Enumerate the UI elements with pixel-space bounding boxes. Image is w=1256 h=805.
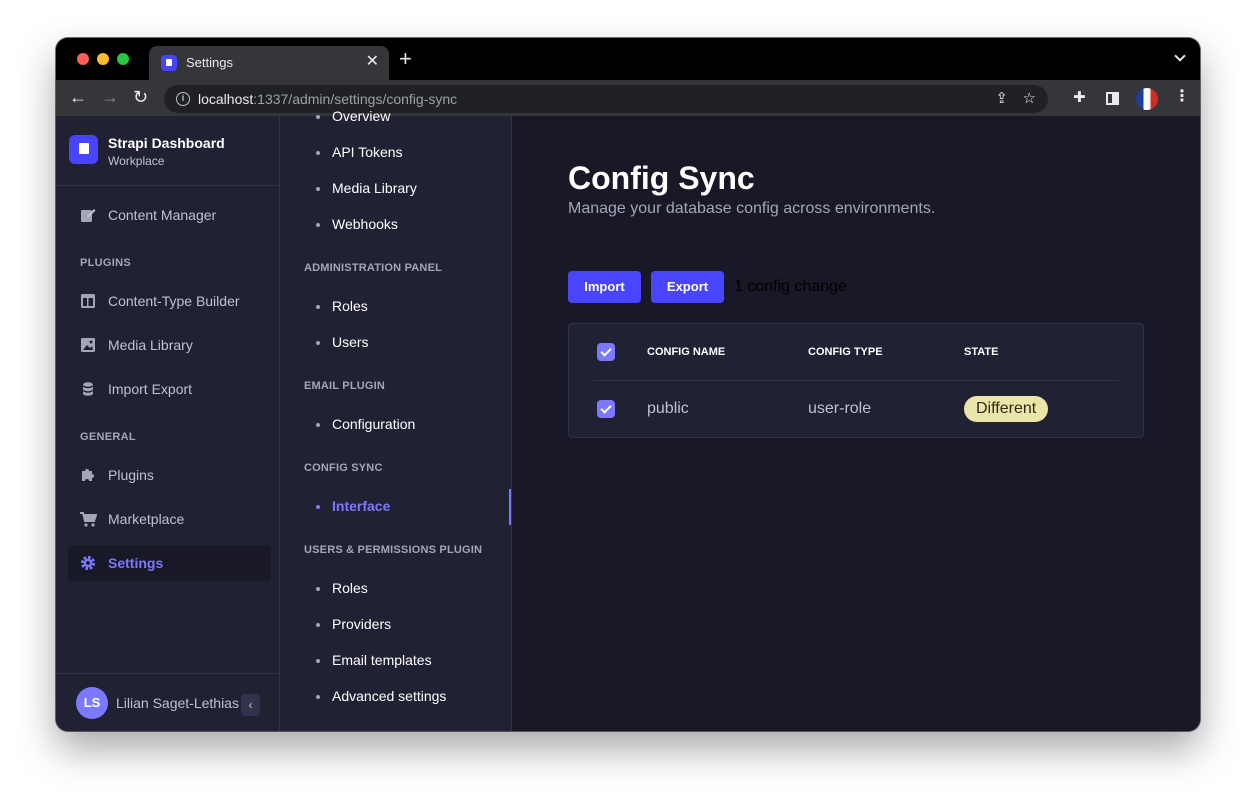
sub-link-advanced-settings[interactable]: Advanced settings	[315, 688, 446, 704]
sub-link-api-tokens[interactable]: API Tokens	[316, 144, 403, 160]
maximize-window-button[interactable]	[117, 53, 129, 65]
sub-link-roles[interactable]: Roles	[316, 298, 368, 314]
collapse-nav-button[interactable]: ‹	[241, 694, 260, 716]
nav-item-content-type-builder[interactable]: Content-Type Builder	[68, 283, 271, 319]
database-icon	[83, 382, 93, 396]
brand-subtitle: Workplace	[108, 154, 165, 168]
nav-item-settings[interactable]: Settings	[68, 545, 271, 581]
page-subtitle: Manage your database config across envir…	[568, 200, 936, 217]
column-header-config-type: CONFIG TYPE	[808, 346, 883, 358]
image-icon	[81, 338, 95, 352]
new-tab-button[interactable]: +	[399, 48, 412, 70]
nav-item-label: Plugins	[108, 467, 154, 483]
url-text[interactable]: localhost:1337/admin/settings/config-syn…	[198, 91, 457, 107]
config-table: CONFIG NAME CONFIG TYPE STATE public use…	[568, 323, 1144, 438]
brand-header: Strapi Dashboard Workplace	[56, 116, 279, 186]
minimize-window-button[interactable]	[97, 53, 109, 65]
sub-section-email-plugin: EMAIL PLUGIN	[304, 380, 386, 392]
main-navigation: Strapi Dashboard Workplace Content Manag…	[56, 116, 280, 731]
sub-link-media-library[interactable]: Media Library	[316, 180, 417, 196]
reload-icon[interactable]: ↻	[133, 86, 148, 108]
bookmark-star-icon[interactable]: ☆	[1023, 89, 1036, 107]
address-bar[interactable]: i localhost:1337/admin/settings/config-s…	[164, 85, 1048, 113]
nav-item-import-export[interactable]: Import Export	[68, 371, 271, 407]
export-button[interactable]: Export	[651, 271, 724, 303]
nav-item-label: Content-Type Builder	[108, 293, 240, 309]
avatar[interactable]: LS	[76, 687, 108, 719]
puzzle-icon	[82, 469, 94, 481]
nav-section-plugins: PLUGINS	[80, 257, 131, 269]
sub-link-interface[interactable]: Interface	[315, 498, 390, 514]
nav-item-media-library[interactable]: Media Library	[68, 327, 271, 363]
nav-item-plugins[interactable]: Plugins	[68, 457, 271, 493]
profile-avatar-icon[interactable]	[1136, 88, 1158, 110]
column-header-state: STATE	[964, 346, 999, 358]
layout-icon	[81, 294, 95, 308]
nav-item-label: Marketplace	[108, 511, 185, 527]
brand-title: Strapi Dashboard	[108, 135, 225, 151]
browser-menu-icon[interactable]: ⋮	[1174, 86, 1190, 106]
cell-config-name: public	[647, 400, 689, 417]
row-checkbox[interactable]	[597, 400, 615, 418]
user-name[interactable]: Lilian Saget-Lethias	[116, 695, 240, 711]
url-host: localhost	[198, 91, 254, 107]
gear-icon	[80, 555, 96, 571]
nav-item-label: Media Library	[108, 337, 193, 353]
import-button[interactable]: Import	[568, 271, 641, 303]
nav-item-label: Content Manager	[108, 207, 217, 223]
nav-item-content-manager[interactable]: Content Manager	[68, 197, 271, 233]
browser-toolbar: ← → ↻ i localhost:1337/admin/settings/co…	[56, 80, 1200, 116]
nav-item-label: Settings	[108, 555, 164, 571]
config-change-count: 1 config change	[734, 278, 847, 295]
table-divider	[593, 380, 1119, 381]
sub-link-up-roles[interactable]: Roles	[316, 580, 368, 596]
strapi-app: Strapi Dashboard Workplace Content Manag…	[56, 108, 1200, 731]
sub-link-email-templates[interactable]: Email templates	[316, 652, 432, 668]
sub-link-webhooks[interactable]: Webhooks	[316, 216, 398, 232]
sub-section-config-sync: CONFIG SYNC	[304, 462, 383, 474]
status-badge: Different	[964, 396, 1049, 422]
sub-link-overview[interactable]: Overview	[315, 108, 390, 124]
active-indicator	[509, 489, 511, 525]
sub-link-providers[interactable]: Providers	[315, 616, 391, 632]
nav-item-label: Import Export	[108, 381, 193, 397]
chevron-left-icon: ‹	[248, 698, 253, 712]
main-content: Config Sync Manage your database config …	[512, 116, 1200, 731]
side-panel-icon[interactable]	[1106, 92, 1119, 105]
tab-close-icon[interactable]: ✕	[366, 53, 379, 71]
strapi-logo-icon	[69, 135, 98, 164]
cart-icon	[80, 512, 97, 527]
forward-arrow-icon[interactable]: →	[101, 86, 119, 108]
pen-icon	[81, 209, 96, 222]
tab-search-chevron-icon[interactable]	[1174, 50, 1186, 62]
settings-sub-navigation: Overview API Tokens Media Library Webhoo…	[280, 108, 512, 731]
sub-section-administration-panel: ADMINISTRATION PANEL	[304, 262, 443, 274]
back-arrow-icon[interactable]: ←	[69, 86, 87, 108]
cell-config-type: user-role	[808, 400, 872, 417]
close-window-button[interactable]	[77, 53, 89, 65]
nav-section-general: GENERAL	[80, 431, 136, 443]
tab-title: Settings	[186, 55, 233, 70]
sub-link-users[interactable]: Users	[316, 334, 369, 350]
column-header-config-name: CONFIG NAME	[647, 346, 726, 358]
browser-tab[interactable]: Settings ✕	[149, 46, 389, 80]
select-all-checkbox[interactable]	[597, 343, 615, 361]
nav-item-marketplace[interactable]: Marketplace	[68, 501, 271, 537]
sub-link-email-configuration[interactable]: Configuration	[315, 416, 415, 432]
site-info-icon[interactable]: i	[176, 92, 190, 106]
browser-window: Settings ✕ + ← → ↻ i localhost:1337/admi…	[56, 38, 1200, 731]
page-title: Config Sync	[568, 160, 755, 196]
extensions-puzzle-icon[interactable]: ✚	[1073, 88, 1086, 106]
browser-titlebar: Settings ✕ +	[56, 38, 1200, 80]
user-footer: LS Lilian Saget-Lethias ‹	[56, 673, 279, 731]
strapi-favicon-icon	[161, 55, 177, 71]
url-path: :1337/admin/settings/config-sync	[253, 91, 458, 107]
sub-section-users-permissions: USERS & PERMISSIONS PLUGIN	[304, 544, 483, 556]
share-icon[interactable]: ⇪	[995, 89, 1008, 107]
